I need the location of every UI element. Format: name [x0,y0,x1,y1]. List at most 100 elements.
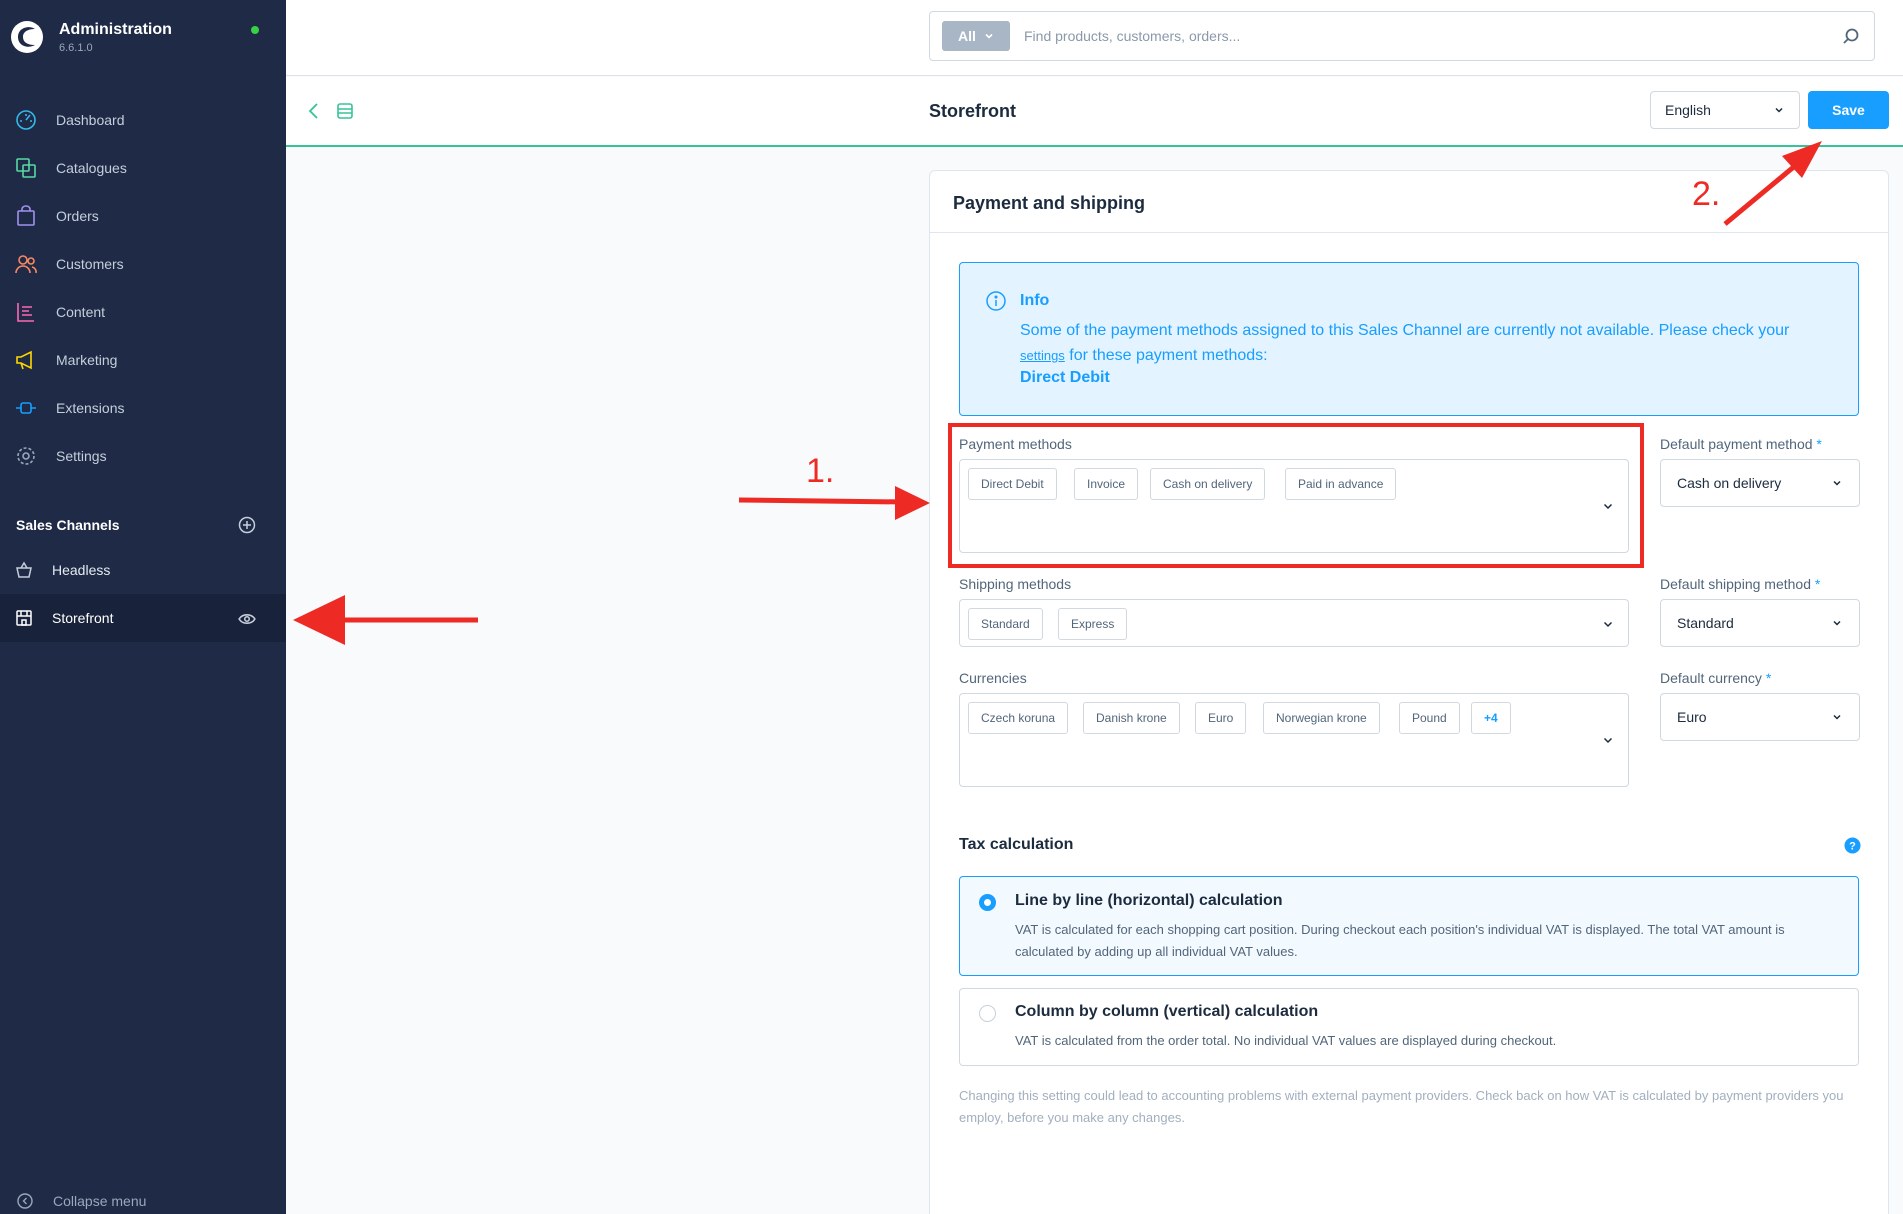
chevron-left-circle-icon [17,1193,33,1209]
info-title: Info [1020,292,1050,309]
chevron-left-icon[interactable] [306,101,322,121]
sales-channels-title: Sales Channels [16,517,120,533]
sales-channel-headless[interactable]: Headless [0,546,286,594]
tax-option-title: Column by column (vertical) calculation [1015,1003,1319,1020]
nav-label: Content [56,304,106,320]
language-value: English [1665,102,1711,118]
sales-channel-label: Storefront [52,610,114,626]
info-text: Some of the payment methods assigned to … [1020,322,1790,364]
search-icon[interactable] [1842,27,1860,45]
info-payment-method: Direct Debit [1020,369,1110,386]
tax-option-title: Line by line (horizontal) calculation [1015,892,1283,909]
storefront-icon [16,610,32,626]
tax-calculation-title: Tax calculation [959,836,1074,853]
chevron-down-icon [1603,737,1613,744]
chevron-down-icon [1833,620,1841,626]
nav-label: Marketing [56,352,118,368]
basket-icon [16,561,32,578]
currencies-select[interactable]: Czech koruna Danish krone Euro Norwegian… [959,693,1629,787]
content-icon [17,303,34,322]
chevron-down-icon [1833,714,1841,720]
svg-text:?: ? [1849,841,1856,853]
shipping-methods-label: Shipping methods [959,576,1072,592]
nav-label: Dashboard [56,112,125,128]
app-title: Administration [59,20,172,38]
collapse-label: Collapse menu [53,1193,147,1209]
nav-item-marketing[interactable]: Marketing [0,336,286,384]
tag-currency[interactable]: Euro [1195,702,1247,734]
tag-shipping[interactable]: Standard [968,608,1043,640]
search-filter-dropdown[interactable]: All [942,21,1010,51]
language-select[interactable]: English [1650,91,1800,129]
nav-item-extensions[interactable]: Extensions [0,384,286,432]
annotation-step-1: 1. [806,452,835,490]
radio-button[interactable] [979,1005,996,1022]
tax-help-text: Changing this setting could lead to acco… [959,1088,1844,1125]
chevron-down-icon [985,33,993,39]
tag-currency[interactable]: Danish krone [1083,702,1180,734]
list-icon[interactable] [336,102,354,120]
annotation-highlight-box [948,423,1644,568]
nav-item-orders[interactable]: Orders [0,192,286,240]
nav-item-customers[interactable]: Customers [0,240,286,288]
search-filter-label: All [958,28,976,44]
nav-label: Orders [56,208,99,224]
default-currency-value: Euro [1677,709,1707,725]
add-circle-icon[interactable] [238,516,256,534]
tax-option-horizontal[interactable]: Line by line (horizontal) calculation VA… [959,876,1859,976]
dashboard-icon [16,110,36,130]
tag-shipping[interactable]: Express [1058,608,1128,640]
settings-link[interactable]: settings [1020,348,1065,363]
payment-shipping-card: Payment and shipping Info Some of the pa… [929,170,1889,1214]
info-alert: Info Some of the payment methods assigne… [959,262,1859,416]
currencies-label: Currencies [959,670,1027,686]
collapse-menu-button[interactable]: Collapse menu [17,1193,146,1209]
nav-label: Extensions [56,400,125,416]
shopware-logo-icon [11,21,43,53]
default-currency-select[interactable]: Euro [1660,693,1860,741]
nav-item-settings[interactable]: Settings [0,432,286,480]
annotation-step-2: 2. [1692,175,1721,213]
default-shipping-select[interactable]: Standard [1660,599,1860,647]
chevron-down-icon [1833,480,1841,486]
tag-currency[interactable]: Pound [1399,702,1460,734]
nav-label: Settings [56,448,107,464]
help-icon[interactable]: ? [1844,837,1861,854]
card-title: Payment and shipping [930,171,1888,233]
brand[interactable]: Administration 6.6.1.0 [10,20,172,54]
status-dot [251,26,259,34]
nav-item-dashboard[interactable]: Dashboard [0,96,286,144]
tag-currency[interactable]: Czech koruna [968,702,1069,734]
sales-channel-storefront[interactable]: Storefront [0,594,286,642]
extensions-icon [16,402,36,414]
tax-option-vertical[interactable]: Column by column (vertical) calculation … [959,988,1859,1066]
radio-button[interactable] [979,894,996,911]
eye-icon[interactable] [238,610,256,628]
nav-item-content[interactable]: Content [0,288,286,336]
nav-label: Customers [56,256,124,272]
nav-label: Catalogues [56,160,127,176]
info-icon [986,291,1006,311]
tag-more-currencies[interactable]: +4 [1471,702,1511,734]
default-shipping-value: Standard [1677,615,1734,631]
sidebar: Administration 6.6.1.0 Dashboard Catalog… [0,0,286,1214]
chevron-down-icon [1775,107,1783,113]
tax-option-desc: VAT is calculated for each shopping cart… [1015,922,1785,959]
top-bar: All [286,0,1903,76]
marketing-icon [16,350,32,370]
settings-icon [17,447,35,465]
page-title: Storefront [929,101,1016,121]
default-shipping-label: Default shipping method * [1660,576,1821,592]
tag-currency[interactable]: Norwegian krone [1263,702,1380,734]
save-button[interactable]: Save [1808,91,1889,129]
chevron-down-icon [1603,621,1613,628]
search-input[interactable] [1024,28,1842,44]
app-version: 6.6.1.0 [59,41,93,54]
tax-option-desc: VAT is calculated from the order total. … [1015,1033,1557,1048]
shipping-methods-select[interactable]: Standard Express [959,599,1629,647]
default-payment-label: Default payment method * [1660,436,1822,452]
default-payment-select[interactable]: Cash on delivery [1660,459,1860,507]
nav-item-catalogues[interactable]: Catalogues [0,144,286,192]
orders-icon [17,205,35,226]
default-currency-label: Default currency * [1660,670,1772,686]
